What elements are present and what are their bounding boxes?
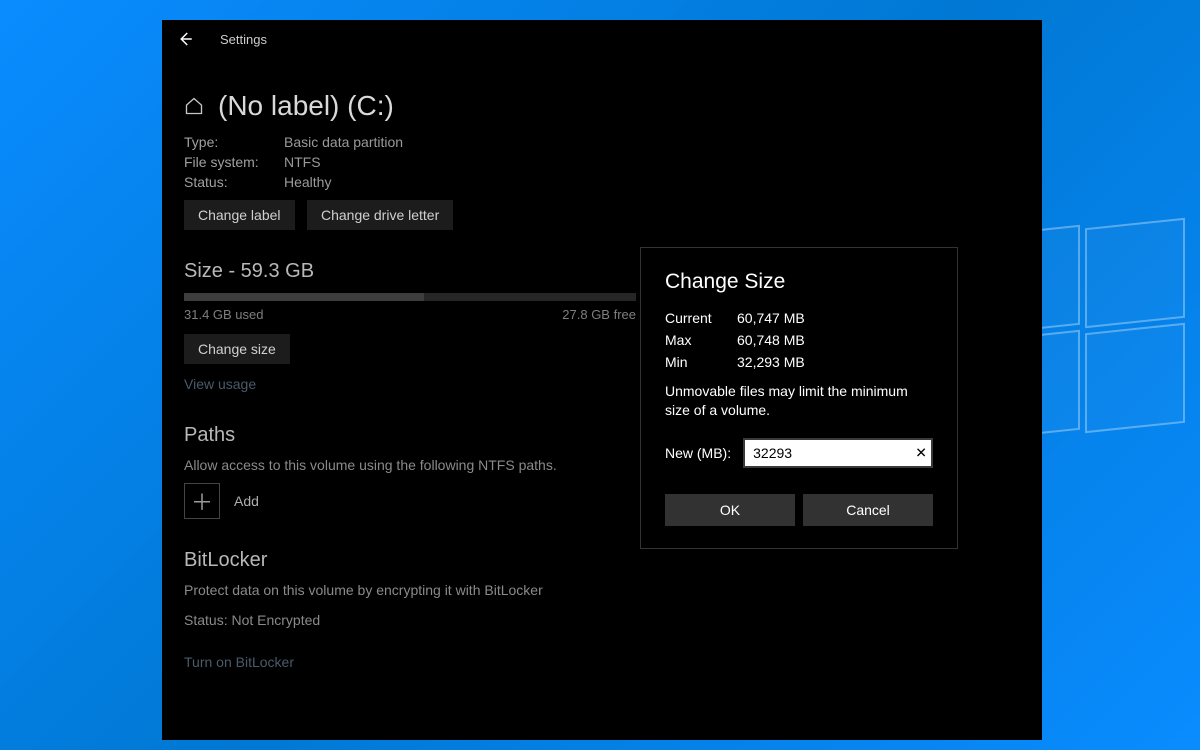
type-label: Type: — [184, 134, 284, 150]
plus-icon: ＋ — [191, 485, 213, 517]
change-size-button[interactable]: Change size — [184, 334, 290, 364]
change-label-button[interactable]: Change label — [184, 200, 295, 230]
status-label: Status: — [184, 174, 284, 190]
size-used: 31.4 GB used — [184, 307, 264, 322]
change-drive-letter-button[interactable]: Change drive letter — [307, 200, 453, 230]
settings-label: Settings — [220, 32, 267, 47]
dialog-note: Unmovable files may limit the minimum si… — [665, 382, 933, 420]
filesystem-value: NTFS — [284, 154, 321, 170]
change-size-dialog: Change Size Current 60,747 MB Max 60,748… — [640, 247, 958, 549]
cancel-button[interactable]: Cancel — [803, 494, 933, 526]
page-title: (No label) (C:) — [218, 90, 394, 122]
status-value: Healthy — [284, 174, 331, 190]
min-label: Min — [665, 354, 737, 370]
max-value: 60,748 MB — [737, 332, 805, 348]
home-icon[interactable] — [184, 96, 204, 116]
type-value: Basic data partition — [284, 134, 403, 150]
bitlocker-desc: Protect data on this volume by encryptin… — [184, 582, 1020, 598]
max-label: Max — [665, 332, 737, 348]
size-free: 27.8 GB free — [562, 307, 636, 322]
back-arrow-icon[interactable] — [176, 30, 194, 48]
bitlocker-heading: BitLocker — [184, 549, 1020, 572]
turn-on-bitlocker-link[interactable]: Turn on BitLocker — [184, 654, 294, 670]
size-bar — [184, 293, 636, 301]
min-value: 32,293 MB — [737, 354, 805, 370]
app-header: Settings — [162, 20, 1042, 54]
add-path-button[interactable]: ＋ — [184, 483, 220, 519]
view-usage-link[interactable]: View usage — [184, 376, 256, 392]
dialog-title: Change Size — [665, 270, 933, 294]
bitlocker-status: Status: Not Encrypted — [184, 612, 1020, 628]
ok-button[interactable]: OK — [665, 494, 795, 526]
current-value: 60,747 MB — [737, 310, 805, 326]
current-label: Current — [665, 310, 737, 326]
clear-input-icon[interactable]: ✕ — [915, 444, 927, 461]
filesystem-label: File system: — [184, 154, 284, 170]
new-size-label: New (MB): — [665, 445, 731, 461]
add-label: Add — [234, 493, 259, 509]
volume-info: Type: Basic data partition File system: … — [184, 134, 1020, 190]
new-size-input[interactable] — [743, 438, 933, 468]
size-bar-fill — [184, 293, 424, 301]
